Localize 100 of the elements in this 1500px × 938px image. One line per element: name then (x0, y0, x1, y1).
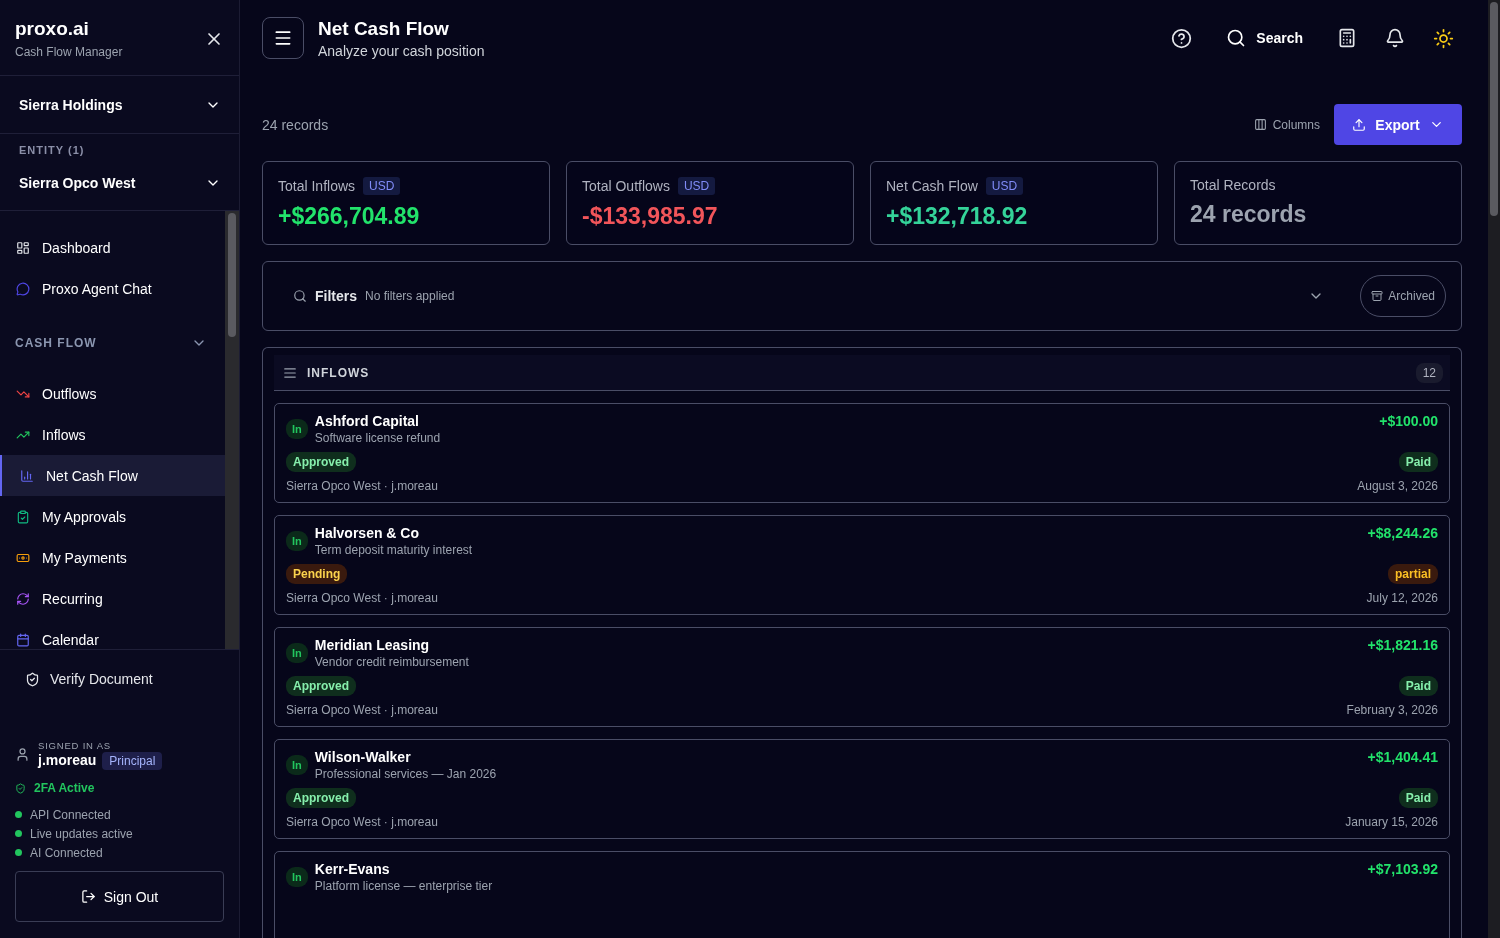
export-button[interactable]: Export (1334, 104, 1462, 145)
stat-label: Net Cash Flow (886, 178, 978, 194)
direction-badge: In (286, 531, 308, 551)
amount: +$1,821.16 (1367, 637, 1438, 653)
date: January 15, 2026 (1345, 815, 1438, 829)
status-badge: Approved (286, 676, 356, 696)
bell-icon (1385, 28, 1405, 48)
page-subtitle: Analyze your cash position (318, 42, 485, 59)
date: February 3, 2026 (1346, 703, 1438, 717)
stat-label: Total Inflows (278, 178, 356, 194)
signed-in-caption: SIGNED IN AS (38, 740, 112, 751)
shield-icon (15, 782, 26, 794)
stat-label: Total Outflows (582, 178, 670, 194)
payment-badge: partial (1388, 564, 1438, 584)
notifications-button[interactable] (1385, 28, 1405, 48)
entity-user: Sierra Opco West · j.moreau (286, 703, 438, 717)
help-button[interactable] (1171, 27, 1193, 49)
description: Vendor credit reimbursement (314, 655, 469, 669)
refresh-icon (16, 591, 30, 606)
stat-label: Total Records (1190, 177, 1276, 193)
direction-badge: In (286, 419, 308, 439)
filters-summary: No filters applied (365, 289, 455, 303)
help-icon (1171, 27, 1193, 49)
payer-name: Wilson-Walker (314, 749, 412, 765)
description: Term deposit maturity interest (314, 543, 473, 557)
payer-name: Kerr-Evans (314, 861, 391, 877)
nav-item[interactable]: Calendar (0, 619, 225, 649)
entity-select[interactable]: Sierra Opco West (0, 156, 239, 210)
entity-user: Sierra Opco West · j.moreau (286, 591, 438, 605)
stat-value: 24 records (1190, 201, 1308, 228)
status-text: AI Connected (30, 845, 103, 860)
transaction-card[interactable]: In Wilson-Walker Professional services — Jan 2026 +$1,404.41 Approved Paid Sierra Opco West · j.moreau January 15, 2026 (274, 739, 1450, 839)
status-text: Live updates active (30, 826, 133, 841)
payer-name: Ashford Capital (314, 413, 420, 429)
scrollbar-thumb[interactable] (228, 213, 236, 337)
direction-badge: In (286, 755, 308, 775)
chat-bubble-icon (16, 281, 30, 296)
shield-icon (25, 671, 40, 687)
calculator-button[interactable] (1337, 28, 1357, 48)
sign-out-button[interactable]: Sign Out (15, 871, 224, 922)
nav-item[interactable]: My Payments (0, 537, 225, 578)
panel-title: INFLOWS (307, 365, 370, 380)
filters-label: Filters (315, 288, 357, 304)
nav-item[interactable]: Proxo Agent Chat (0, 268, 225, 309)
archive-icon (1371, 290, 1384, 302)
transaction-card[interactable]: In Kerr-Evans Platform license — enterprise tier +$7,103.92 (274, 851, 1450, 938)
direction-badge: In (286, 867, 308, 887)
entity-label: ENTITY (1) (18, 143, 86, 156)
nav-item[interactable]: Outflows (0, 373, 225, 414)
user-name: j.moreau (38, 752, 97, 768)
nav-item[interactable]: Inflows (0, 414, 225, 455)
count-badge: 12 (1415, 362, 1443, 383)
status-badge: Approved (286, 452, 356, 472)
amount: +$8,244.26 (1367, 525, 1438, 541)
status-text: API Connected (30, 807, 111, 822)
columns-icon (1253, 118, 1267, 131)
verify-link[interactable]: Verify Document (15, 660, 224, 698)
nav-item[interactable]: Net Cash Flow (0, 455, 225, 496)
twofa-status: 2FA Active (34, 781, 95, 795)
role-badge: Principal (102, 752, 163, 770)
transaction-card[interactable]: In Meridian Leasing Vendor credit reimbursement +$1,821.16 Approved Paid Sierra Opco West · j.moreau February 3, 2026 (274, 627, 1450, 727)
stat-value: +$266,704.89 (278, 203, 421, 230)
dashboard-icon (16, 240, 30, 255)
list-icon (283, 365, 297, 380)
direction-badge: In (286, 643, 308, 663)
amount: +$7,103.92 (1367, 861, 1438, 877)
description: Professional services — Jan 2026 (314, 767, 497, 781)
nav-item[interactable]: My Approvals (0, 496, 225, 537)
search-icon (1226, 28, 1247, 48)
user-icon (15, 747, 30, 762)
amount: +$100.00 (1379, 413, 1438, 429)
currency-badge: USD (363, 177, 401, 195)
org-select[interactable]: Sierra Holdings (0, 76, 239, 133)
date: August 3, 2026 (1357, 479, 1438, 493)
description: Software license refund (314, 431, 441, 445)
amount: +$1,404.41 (1367, 749, 1438, 765)
payer-name: Meridian Leasing (314, 637, 431, 653)
record-count: 24 records (262, 116, 329, 133)
clipboard-check-icon (16, 509, 30, 524)
sun-icon (1433, 27, 1454, 49)
search-button[interactable]: Search (1220, 27, 1309, 49)
stat-value: +$132,718.92 (886, 203, 1029, 230)
transaction-card[interactable]: In Halvorsen & Co Term deposit maturity interest +$8,244.26 Pending partial Sierra Opco West · j.moreau July 12, 2026 (274, 515, 1450, 615)
theme-button[interactable] (1433, 27, 1454, 49)
menu-button[interactable] (262, 17, 304, 59)
currency-badge: USD (677, 177, 716, 195)
nav-item[interactable]: Recurring (0, 578, 225, 619)
section-header[interactable]: CASH FLOW (0, 319, 225, 367)
bar-chart-icon (20, 468, 34, 483)
status-badge: Approved (286, 788, 356, 808)
payer-name: Halvorsen & Co (314, 525, 421, 541)
brand-name: proxo.ai (15, 18, 90, 40)
date: July 12, 2026 (1366, 591, 1438, 605)
columns-button[interactable]: Columns (1247, 116, 1326, 133)
description: Platform license — enterprise tier (314, 879, 493, 893)
nav-item[interactable]: Dashboard (0, 227, 225, 268)
scrollbar-thumb[interactable] (1490, 2, 1498, 216)
payment-badge: Paid (1398, 676, 1438, 696)
brand-tagline: Cash Flow Manager (15, 45, 123, 59)
menu-icon (273, 28, 293, 48)
